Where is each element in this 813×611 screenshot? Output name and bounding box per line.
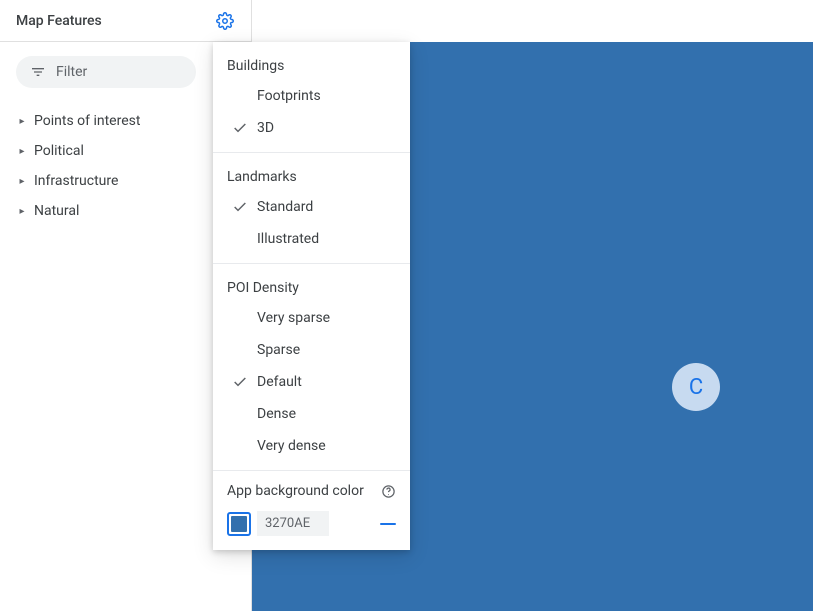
settings-section-buildings: Buildings Footprints 3D — [213, 42, 410, 152]
sidebar-title: Map Features — [16, 13, 102, 29]
bgcolor-label: App background color — [227, 483, 364, 499]
option-density-dense[interactable]: Dense — [213, 398, 410, 430]
swatch-group — [227, 511, 329, 536]
option-landmarks-standard[interactable]: Standard — [213, 191, 410, 223]
option-label: Sparse — [257, 340, 300, 360]
filter-placeholder: Filter — [56, 64, 87, 80]
hex-input[interactable] — [257, 511, 329, 536]
caret-right-icon: ▸ — [18, 147, 26, 155]
option-label: 3D — [257, 118, 274, 138]
option-label: Default — [257, 372, 302, 392]
bgcolor-header: App background color — [227, 483, 396, 499]
bgcolor-controls — [227, 511, 396, 536]
caret-right-icon: ▸ — [18, 117, 26, 125]
settings-popover: Buildings Footprints 3D Landmarks Standa… — [213, 42, 410, 550]
check-icon — [231, 373, 249, 391]
caret-right-icon: ▸ — [18, 177, 26, 185]
option-density-very-sparse[interactable]: Very sparse — [213, 302, 410, 334]
option-density-sparse[interactable]: Sparse — [213, 334, 410, 366]
check-icon — [231, 198, 249, 216]
help-icon[interactable] — [380, 483, 396, 499]
option-label: Very dense — [257, 436, 326, 456]
filter-icon — [30, 64, 46, 80]
option-density-very-dense[interactable]: Very dense — [213, 430, 410, 462]
option-label: Dense — [257, 404, 296, 424]
avatar[interactable]: C — [672, 363, 720, 411]
option-label: Very sparse — [257, 308, 330, 328]
settings-section-landmarks: Landmarks Standard Illustrated — [213, 153, 410, 263]
option-buildings-3d[interactable]: 3D — [213, 112, 410, 144]
section-heading: Landmarks — [213, 163, 410, 191]
tree-item-label: Points of interest — [34, 113, 140, 129]
option-landmarks-illustrated[interactable]: Illustrated — [213, 223, 410, 255]
settings-section-poi-density: POI Density Very sparse Sparse Default D… — [213, 264, 410, 470]
section-heading: Buildings — [213, 52, 410, 80]
check-icon — [231, 119, 249, 137]
section-heading: POI Density — [213, 274, 410, 302]
gear-icon[interactable] — [215, 11, 235, 31]
option-buildings-footprints[interactable]: Footprints — [213, 80, 410, 112]
tree-item-label: Infrastructure — [34, 173, 118, 189]
option-label: Illustrated — [257, 229, 319, 249]
remove-icon[interactable] — [380, 523, 396, 525]
tree-item-label: Natural — [34, 203, 79, 219]
tree-item-label: Political — [34, 143, 84, 159]
option-density-default[interactable]: Default — [213, 366, 410, 398]
caret-right-icon: ▸ — [18, 207, 26, 215]
filter-input[interactable]: Filter — [16, 56, 196, 88]
swatch-fill — [231, 516, 247, 532]
avatar-initial: C — [689, 375, 703, 400]
option-label: Footprints — [257, 86, 321, 106]
sidebar-header: Map Features — [0, 0, 251, 42]
option-label: Standard — [257, 197, 313, 217]
color-swatch[interactable] — [227, 512, 251, 536]
settings-section-bgcolor: App background color — [213, 470, 410, 550]
